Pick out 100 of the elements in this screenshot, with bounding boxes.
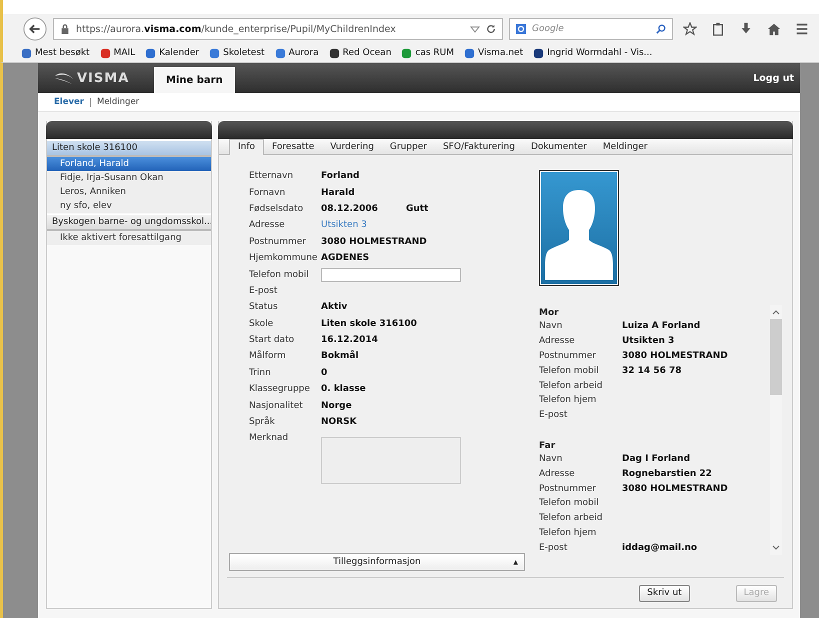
- field-label: E-post: [249, 286, 278, 296]
- bookmark-icon: [274, 48, 286, 58]
- field-value: 3080 HOLMESTRAND: [321, 236, 427, 247]
- parent-label: Telefon mobil: [539, 366, 600, 376]
- home-icon[interactable]: [767, 22, 781, 36]
- field-value: 0: [321, 368, 328, 378]
- parent-label: E-post: [539, 410, 568, 420]
- address-link[interactable]: Utsikten 3: [321, 220, 367, 230]
- parent-label: Telefon arbeid: [539, 380, 604, 391]
- nav-tab[interactable]: Mine barn: [154, 67, 235, 93]
- dropdown-icon[interactable]: [470, 24, 480, 34]
- tab[interactable]: Grupper: [382, 140, 435, 154]
- parent-label: Telefon mobil: [539, 498, 600, 508]
- search-field[interactable]: Google: [509, 18, 673, 40]
- address-bar[interactable]: https://aurora.visma.com/kunde_enterprise/Pupil/MyChildrenIndex: [53, 18, 503, 40]
- parent-title: Mor: [539, 308, 560, 319]
- field-label: Status: [249, 302, 279, 312]
- tab[interactable]: Foresatte: [264, 140, 322, 154]
- bookmark[interactable]: Ingrid Wormdahl - Vis...: [533, 48, 652, 58]
- parent-label: Adresse: [539, 336, 576, 346]
- field-label: Fornavn: [249, 188, 286, 198]
- parent-value: Luiza A Forland: [622, 321, 700, 332]
- parent-label: Navn: [539, 454, 564, 464]
- tab[interactable]: Dokumenter: [522, 140, 595, 154]
- tab[interactable]: Vurdering: [322, 140, 382, 154]
- field-value: NORSK: [321, 417, 357, 428]
- lock-icon: [60, 24, 70, 34]
- star-icon[interactable]: [683, 22, 697, 36]
- bookmark[interactable]: Skoletest: [209, 48, 265, 58]
- field-value: Norge: [321, 400, 352, 411]
- field-label: Fødselsdato: [249, 204, 304, 214]
- action-button[interactable]: Skriv ut: [639, 584, 690, 602]
- field-value: 0. klasse: [321, 384, 366, 394]
- field-label: Merknad: [249, 433, 290, 444]
- field-value: 08.12.2006: [321, 204, 378, 214]
- bookmark-icon: [401, 48, 412, 58]
- subnav-link[interactable]: Meldinger: [96, 97, 140, 107]
- scrollbar[interactable]: [770, 305, 782, 555]
- field-label: Etternavn: [249, 171, 294, 182]
- school-header[interactable]: Liten skole 316100: [47, 140, 211, 157]
- tab[interactable]: Info: [229, 139, 264, 155]
- note-field[interactable]: [321, 436, 461, 484]
- field-label: Adresse: [249, 220, 286, 230]
- field-label: Nasjonalitet: [249, 400, 304, 411]
- parent-label: Postnummer: [539, 350, 598, 361]
- download-icon[interactable]: [739, 22, 753, 36]
- field-label: Klassegruppe: [249, 384, 311, 394]
- logout-link[interactable]: Logg ut: [753, 63, 800, 93]
- student-item[interactable]: Forland, Harald: [47, 157, 211, 171]
- bookmark[interactable]: Red Ocean: [328, 48, 392, 58]
- bookmark[interactable]: MAIL: [100, 48, 136, 58]
- bookmark[interactable]: Aurora: [274, 48, 319, 58]
- bookmark-icon: [145, 48, 156, 58]
- parent-title: Far: [539, 440, 556, 452]
- bookmark-icon: [533, 48, 544, 58]
- student-item[interactable]: ny sfo, elev: [47, 199, 211, 213]
- input-field[interactable]: [321, 268, 461, 282]
- student-item[interactable]: Leros, Anniken: [47, 185, 211, 199]
- field-label: Skole: [249, 318, 274, 329]
- search-engine-icon[interactable]: [516, 24, 526, 34]
- search-icon[interactable]: [656, 24, 666, 34]
- field-label: Hjemkommune: [249, 253, 318, 264]
- parent-value: iddag@mail.no: [622, 542, 698, 553]
- field-label: Postnummer: [249, 236, 308, 247]
- clipboard-icon[interactable]: [711, 22, 725, 36]
- field-label: Start dato: [249, 335, 296, 346]
- field-value: Bokmål: [321, 351, 359, 362]
- logo-text: VISMA: [77, 70, 130, 86]
- field-value: Liten skole 316100: [321, 318, 417, 329]
- scroll-up-icon[interactable]: [772, 308, 780, 316]
- tab[interactable]: SFO/Fakturering: [434, 140, 523, 154]
- field-value: 16.12.2014: [321, 335, 378, 346]
- menu-icon[interactable]: [795, 22, 809, 36]
- student-item[interactable]: Ikke aktivert foresattilgang: [47, 231, 211, 245]
- parent-label: E-post: [539, 542, 568, 553]
- subnav-link[interactable]: Elever: [54, 97, 84, 107]
- field-label: Trinn: [249, 368, 272, 378]
- bookmark-icon: [209, 48, 220, 58]
- parent-value: 32 14 56 78: [622, 366, 682, 376]
- field-value: Aktiv: [321, 302, 348, 312]
- parent-value: Utsikten 3: [622, 336, 674, 346]
- parent-label: Adresse: [539, 468, 576, 479]
- tab[interactable]: Meldinger: [594, 140, 656, 154]
- parent-value: Dag I Forland: [622, 454, 690, 464]
- reload-icon[interactable]: [486, 24, 496, 34]
- bookmark[interactable]: cas RUM: [401, 48, 454, 58]
- bookmark-icon: [328, 48, 340, 58]
- parent-label: Telefon hjem: [539, 528, 598, 538]
- parent-value: Rognebarstien 22: [622, 468, 712, 479]
- parent-label: Telefon hjem: [539, 395, 598, 406]
- back-icon[interactable]: [23, 17, 47, 41]
- parent-value: 3080 HOLMESTRAND: [622, 350, 728, 361]
- bookmark[interactable]: Mest besøkt: [21, 48, 90, 58]
- bookmark[interactable]: Kalender: [145, 48, 200, 58]
- parent-value: 3080 HOLMESTRAND: [622, 484, 728, 494]
- scroll-down-icon[interactable]: [772, 544, 780, 552]
- student-item[interactable]: Fidje, Irja-Susann Okan: [47, 171, 211, 185]
- parent-label: Navn: [539, 321, 564, 332]
- bookmark[interactable]: Visma.net: [464, 48, 524, 58]
- field-value: AGDENES: [321, 253, 370, 264]
